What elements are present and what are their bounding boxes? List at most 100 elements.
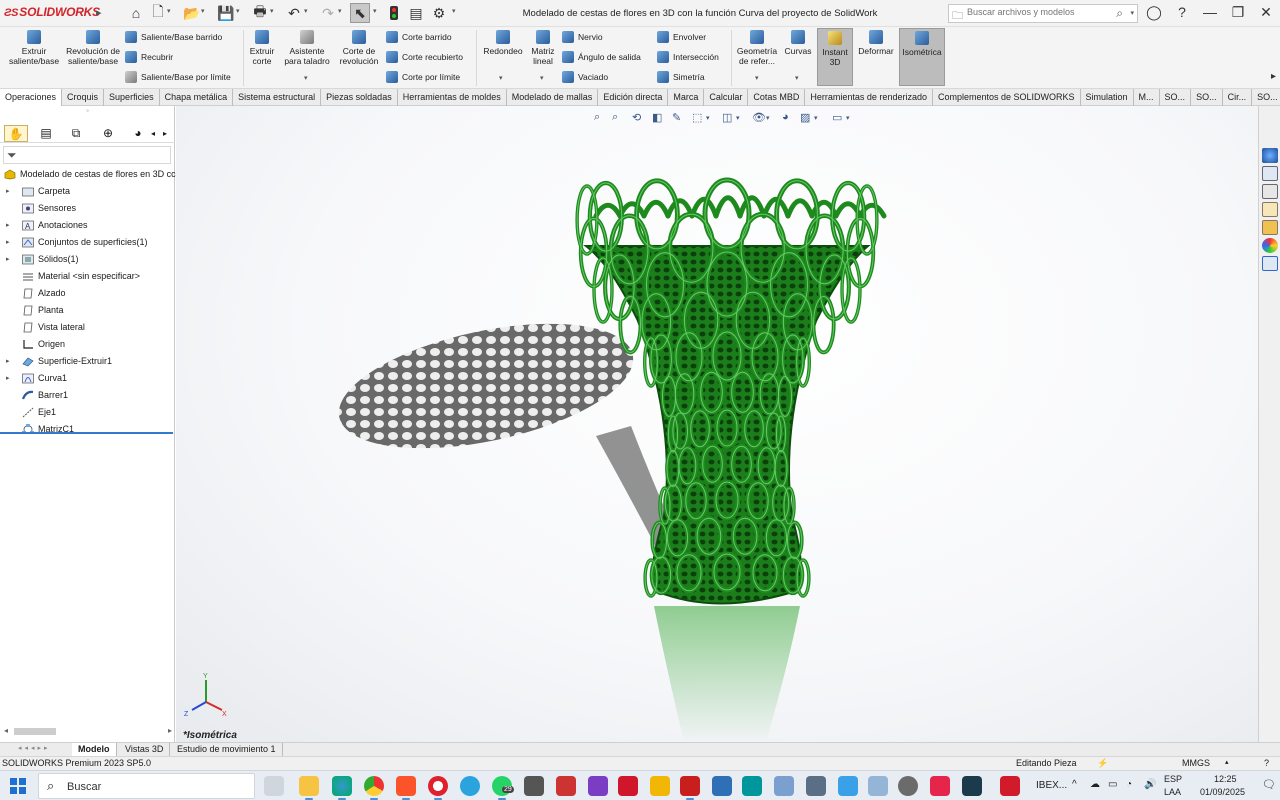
restore-icon[interactable]: ❐ — [1228, 4, 1248, 21]
command-tab[interactable]: Simulation — [1081, 89, 1134, 106]
help-icon[interactable]: ? — [1172, 4, 1192, 20]
settings-gear-icon[interactable] — [898, 776, 918, 796]
chevron-down-icon[interactable]: ▾ — [795, 74, 799, 82]
view-palette-icon[interactable] — [1262, 220, 1278, 235]
loft-cut-button[interactable]: Corte recubierto — [386, 51, 463, 63]
revolve-cut-button[interactable]: Corte de revolución — [336, 30, 382, 66]
isometric-view-button[interactable]: Isométrica — [899, 28, 945, 86]
expand-arrow-icon[interactable]: ▸ — [6, 217, 10, 234]
scroll-right-icon[interactable]: ▸ — [168, 726, 172, 735]
wifi-icon[interactable]: ◔ — [1126, 779, 1132, 790]
command-tab[interactable]: Croquis — [62, 89, 105, 106]
chevron-down-icon[interactable]: ▾ — [338, 7, 342, 15]
command-tab[interactable]: SO... — [1191, 89, 1223, 106]
solidworks-resources-icon[interactable] — [1262, 148, 1278, 163]
tree-root-part[interactable]: Modelado de cestas de flores en 3D cc — [0, 166, 176, 183]
swept-cut-button[interactable]: Corte barrido — [386, 31, 452, 43]
tree-item-solid-bodies[interactable]: ▸ Sólidos(1) — [0, 251, 175, 268]
tree-item-material[interactable]: Material <sin especificar> — [0, 268, 175, 285]
app-icon[interactable] — [650, 776, 670, 796]
search-files-box[interactable]: 🗀 ⌕ ▾ — [948, 4, 1138, 23]
mirror-button[interactable]: Simetría — [657, 71, 705, 83]
command-tab[interactable]: Edición directa — [598, 89, 669, 106]
design-library-icon[interactable] — [1262, 184, 1278, 199]
loft-boss-button[interactable]: Recubrir — [125, 51, 173, 63]
boundary-boss-button[interactable]: Saliente/Base por límite — [125, 71, 231, 83]
command-tab[interactable]: Calcular — [704, 89, 749, 106]
autocad-icon[interactable] — [618, 776, 638, 796]
telegram-icon[interactable] — [460, 776, 480, 796]
app-icon[interactable] — [868, 776, 888, 796]
options-gear-icon[interactable]: ⚙ — [429, 3, 449, 23]
chevron-down-icon[interactable]: ▾ — [540, 74, 544, 82]
chevron-down-icon[interactable]: ▾ — [304, 7, 308, 15]
custom-properties-icon[interactable] — [1262, 256, 1278, 271]
tab-model[interactable]: Modelo — [72, 743, 117, 757]
instant3d-button[interactable]: Instant 3D — [817, 28, 853, 86]
ticker-icon[interactable] — [1000, 776, 1020, 796]
chevron-down-icon[interactable]: ▾ — [1130, 9, 1134, 17]
tab-motion-study[interactable]: Estudio de movimiento 1 — [171, 743, 283, 757]
hole-wizard-button[interactable]: Asistente para taladro — [281, 30, 333, 66]
solidworks-2023-icon[interactable] — [680, 776, 700, 800]
windows-start-icon[interactable] — [10, 778, 26, 794]
language-top[interactable]: ESP — [1164, 774, 1182, 784]
expand-arrow-icon[interactable]: ▸ — [6, 183, 10, 200]
tree-item-origin[interactable]: Origen — [0, 336, 175, 353]
curves-button[interactable]: Curvas — [783, 30, 813, 56]
chevron-up-icon[interactable]: ^ — [1072, 779, 1077, 790]
command-tab[interactable]: Superficies — [104, 89, 160, 106]
intersect-button[interactable]: Intersección — [657, 51, 719, 63]
command-tab[interactable]: SO... — [1160, 89, 1192, 106]
app-icon[interactable] — [774, 776, 794, 796]
cad-app-icon[interactable] — [556, 776, 576, 796]
file-explorer-icon[interactable] — [1262, 202, 1278, 217]
app-icon[interactable] — [588, 776, 608, 796]
app-icon[interactable] — [524, 776, 544, 796]
ibex-ticker[interactable]: IBEX... — [1036, 780, 1067, 791]
arduino-icon[interactable] — [742, 776, 762, 796]
tree-item-front-plane[interactable]: Alzado — [0, 285, 175, 302]
feature-manager-tab-icon[interactable]: ✋ — [4, 125, 28, 142]
command-tab[interactable]: Modelado de mallas — [507, 89, 599, 106]
display-manager-tab-icon[interactable]: ◕ — [126, 125, 150, 142]
tree-item-top-plane[interactable]: Planta — [0, 302, 175, 319]
command-tab[interactable]: Herramientas de renderizado — [805, 89, 933, 106]
save-icon[interactable]: 💾 — [216, 3, 236, 23]
command-tab[interactable]: SO... — [1252, 89, 1280, 106]
ribbon-scroll-right-icon[interactable]: ▸ — [1271, 71, 1276, 82]
shell-button[interactable]: Vaciado — [562, 71, 608, 83]
user-account-icon[interactable]: ◯ — [1144, 4, 1164, 21]
chevron-down-icon[interactable]: ▾ — [201, 7, 205, 15]
expand-arrow-icon[interactable]: ▸ — [6, 370, 10, 387]
command-tab[interactable]: Complementos de SOLIDWORKS — [933, 89, 1081, 106]
tab-scroll-arrows-icon[interactable]: ◂◂◂▸▸ — [18, 744, 51, 752]
chevron-down-icon[interactable]: ▾ — [373, 7, 377, 15]
tabs-scroll-left-icon[interactable]: ◂ — [148, 125, 158, 142]
dimxpert-tab-icon[interactable]: ⊕ — [96, 125, 120, 142]
close-icon[interactable]: ✕ — [1256, 4, 1276, 21]
open-folder-icon[interactable]: 📂 — [182, 3, 202, 23]
appearances-icon[interactable] — [1262, 238, 1278, 253]
tabs-scroll-right-icon[interactable]: ▸ — [160, 125, 170, 142]
extrude-cut-button[interactable]: Extruir corte — [246, 30, 278, 66]
file-properties-icon[interactable]: ▤ — [406, 3, 426, 23]
property-manager-tab-icon[interactable]: ▤ — [34, 125, 58, 142]
tree-item-sweep[interactable]: Barrer1 — [0, 387, 175, 404]
rebuild-status-icon[interactable]: ⚡ — [1097, 758, 1108, 769]
opera-icon[interactable] — [428, 776, 448, 800]
tree-item-surface-extrude[interactable]: ▸ Superficie-Extruir1 — [0, 353, 175, 370]
tree-item-axis[interactable]: Eje1 — [0, 404, 175, 421]
tab-3d-views[interactable]: Vistas 3D — [119, 743, 171, 757]
app-icon[interactable] — [712, 776, 732, 796]
language-bottom[interactable]: LAA — [1164, 787, 1181, 797]
command-tab[interactable]: M... — [1134, 89, 1160, 106]
chrome-icon[interactable] — [364, 776, 384, 800]
logo-menu-arrow-icon[interactable]: ▸ — [96, 6, 102, 19]
clock-time[interactable]: 12:25 — [1214, 774, 1237, 784]
tree-item-carpeta[interactable]: ▸ Carpeta — [0, 183, 175, 200]
chevron-down-icon[interactable]: ▾ — [236, 7, 240, 15]
basket-body[interactable] — [583, 245, 871, 605]
command-tab[interactable]: Sistema estructural — [233, 89, 322, 106]
swept-boss-button[interactable]: Saliente/Base barrido — [125, 31, 222, 43]
